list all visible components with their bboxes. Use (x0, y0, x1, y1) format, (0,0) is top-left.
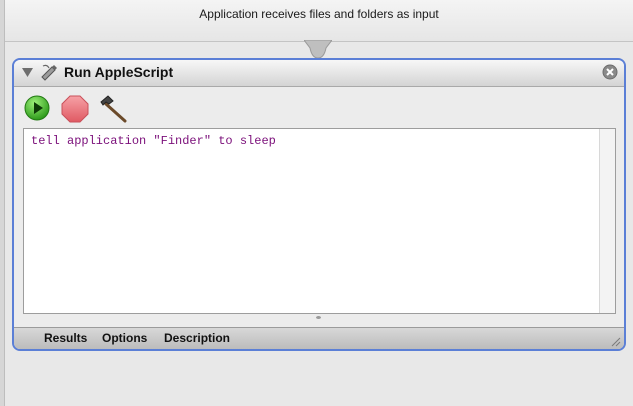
applescript-icon (41, 64, 57, 81)
close-icon[interactable] (602, 64, 618, 80)
script-editor[interactable]: tell application "Finder" to sleep (23, 128, 616, 314)
action-bottom-bar: Results Options Description (14, 327, 624, 349)
action-title: Run AppleScript (64, 64, 174, 80)
action-titlebar[interactable]: Run AppleScript (14, 60, 624, 87)
tab-results[interactable]: Results (44, 331, 87, 345)
resize-grip-icon[interactable] (609, 335, 621, 347)
hammer-icon[interactable] (98, 95, 128, 123)
split-grip-icon[interactable] (316, 316, 321, 319)
action-toolbar (14, 87, 624, 129)
play-icon[interactable] (24, 95, 50, 121)
script-text[interactable]: tell application "Finder" to sleep (31, 134, 276, 148)
run-applescript-action[interactable]: Run AppleScript tell application "Finder… (12, 58, 626, 351)
workflow-input-text: Application receives files and folders a… (199, 7, 439, 21)
editor-scrollbar[interactable] (599, 129, 615, 313)
tab-description[interactable]: Description (164, 331, 230, 345)
stop-icon[interactable] (61, 95, 89, 123)
connector-icon (304, 40, 332, 59)
workflow-input-header: Application receives files and folders a… (5, 0, 633, 42)
tab-options[interactable]: Options (102, 331, 147, 345)
disclosure-triangle-icon[interactable] (22, 68, 33, 77)
